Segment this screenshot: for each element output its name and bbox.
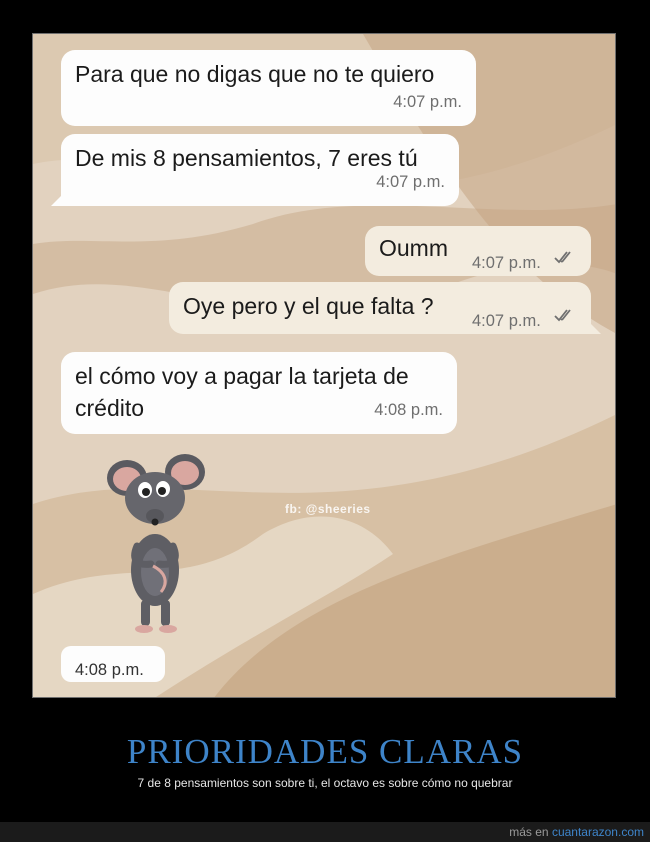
message-time: 4:07 p.m. [393, 93, 462, 111]
incoming-message-bubble[interactable]: De mis 8 pensamientos, 7 eres tú 4:07 p.… [51, 134, 459, 206]
message-text: Oye pero y el que falta ? [183, 293, 434, 319]
post-title: PRIORIDADES CLARAS [126, 732, 524, 771]
bubble-tail [587, 320, 601, 334]
outgoing-message-bubble[interactable]: Oumm 4:07 p.m. [365, 226, 591, 276]
footer-prefix: más en [509, 825, 549, 839]
message-text: Para que no digas que no te quiero [75, 61, 435, 87]
chat-screenshot: Para que no digas que no te quiero 4:07 … [32, 33, 616, 698]
incoming-message-bubble[interactable]: el cómo voy a pagar la tarjeta de crédit… [61, 352, 457, 434]
message-text-line: crédito [75, 395, 145, 421]
message-time: 4:08 p.m. [75, 661, 144, 679]
bubble-tail [51, 192, 65, 206]
double-check-icon [554, 309, 571, 322]
message-time: 4:08 p.m. [374, 401, 443, 419]
sticker-time-bubble: 4:08 p.m. [61, 646, 165, 682]
message-time: 4:07 p.m. [376, 173, 445, 191]
watermark: fb: @sheeries [285, 502, 371, 516]
message-time: 4:07 p.m. [472, 312, 541, 330]
incoming-message-bubble[interactable]: Para que no digas que no te quiero 4:07 … [61, 50, 476, 126]
message-text: De mis 8 pensamientos, 7 eres tú [75, 145, 418, 171]
message-time: 4:07 p.m. [472, 254, 541, 272]
site-link[interactable]: cuantarazon.com [552, 825, 644, 839]
double-check-icon [554, 251, 571, 264]
outgoing-message-bubble[interactable]: Oye pero y el que falta ? 4:07 p.m. [169, 282, 601, 334]
message-text: Oumm [379, 235, 448, 261]
site-footer: más en cuantarazon.com [0, 822, 650, 842]
mouse-sticker[interactable] [103, 442, 213, 642]
message-text-line: el cómo voy a pagar la tarjeta de [75, 363, 409, 389]
footer-credit: más en cuantarazon.com [509, 825, 644, 839]
post-subtitle: 7 de 8 pensamientos son sobre ti, el oct… [137, 776, 513, 790]
